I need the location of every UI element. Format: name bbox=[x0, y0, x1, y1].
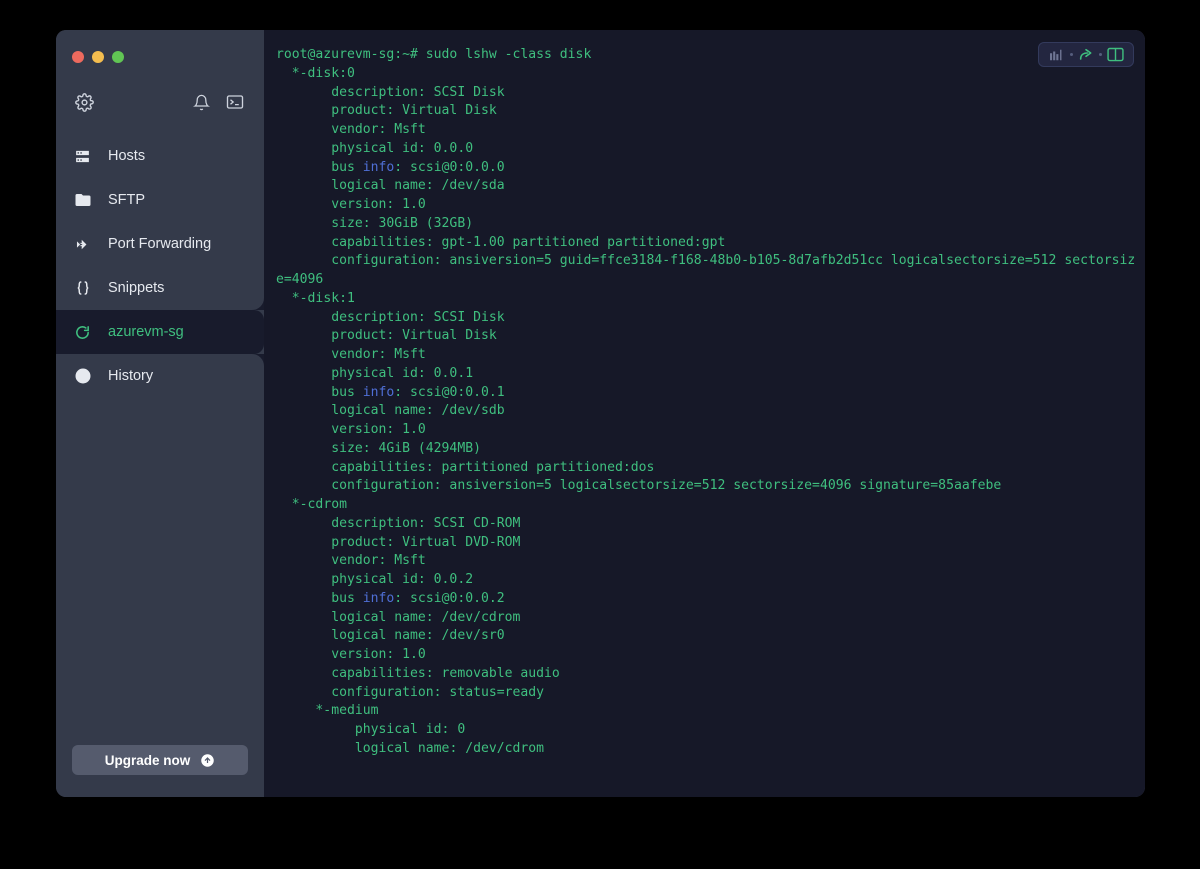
sidebar-footer: Upgrade now bbox=[56, 745, 264, 797]
sidebar-nav: Hosts SFTP Port Forwarding Snippets azur… bbox=[56, 134, 264, 398]
terminal-keyword: info bbox=[362, 590, 395, 606]
sidebar-item-label: azurevm-sg bbox=[108, 323, 184, 340]
active-corner-top bbox=[252, 298, 264, 310]
terminal-keyword: info bbox=[362, 159, 395, 175]
terminal-line: product: Virtual Disk bbox=[276, 103, 497, 119]
terminal-line: product: Virtual Disk bbox=[276, 328, 497, 344]
terminal-keyword: info bbox=[362, 384, 395, 400]
terminal-line: physical id: 0.0.2 bbox=[276, 572, 474, 587]
terminal-line: logical name: /dev/cdrom bbox=[276, 609, 521, 625]
terminal-line: configuration: status=ready bbox=[276, 684, 545, 700]
sidebar-item-label: SFTP bbox=[108, 191, 146, 208]
terminal-line: configuration: ansiversion=5 guid=ffce31… bbox=[276, 253, 1136, 287]
terminal-line: version: 1.0 bbox=[276, 647, 426, 662]
terminal-line: logical name: /dev/sr0 bbox=[276, 628, 505, 644]
terminal-line: physical id: 0.0.1 bbox=[276, 365, 474, 381]
app-window: Hosts SFTP Port Forwarding Snippets azur… bbox=[56, 30, 1145, 797]
sidebar-item-azurevm-sg[interactable]: azurevm-sg bbox=[56, 298, 264, 366]
terminal-pane[interactable]: root@azurevm-sg:~# sudo lshw -class disk… bbox=[264, 30, 1145, 797]
terminal-line: capabilities: removable audio bbox=[276, 665, 560, 681]
terminal-line: size: 4GiB (4294MB) bbox=[276, 440, 481, 456]
terminal-output: root@azurevm-sg:~# sudo lshw -class disk… bbox=[264, 30, 1145, 759]
terminal-line: vendor: Msft bbox=[276, 553, 426, 569]
upgrade-now-button[interactable]: Upgrade now bbox=[72, 745, 248, 775]
sidebar-item-sftp[interactable]: SFTP bbox=[56, 178, 264, 222]
folder-icon bbox=[73, 191, 92, 210]
upgrade-button-label: Upgrade now bbox=[104, 752, 191, 768]
terminal-line: physical id: 0.0.0 bbox=[276, 140, 474, 156]
sidebar-item-port-forwarding[interactable]: Port Forwarding bbox=[56, 222, 264, 266]
notifications-icon[interactable] bbox=[190, 91, 212, 113]
terminal-icon[interactable] bbox=[224, 91, 246, 113]
arrows-right-icon bbox=[73, 235, 92, 254]
terminal-line: description: SCSI Disk bbox=[276, 309, 505, 325]
server-icon bbox=[73, 147, 92, 166]
terminal-line: bus info: scsi@0:0.0.0 bbox=[276, 159, 505, 175]
session-active-icon bbox=[73, 323, 92, 342]
terminal-line: logical name: /dev/cdrom bbox=[276, 740, 545, 756]
terminal-controls bbox=[1038, 42, 1134, 67]
terminal-line: logical name: /dev/sda bbox=[276, 178, 505, 194]
settings-icon[interactable] bbox=[73, 91, 95, 113]
terminal-line: version: 1.0 bbox=[276, 197, 426, 212]
terminal-line: *-disk:0 bbox=[276, 65, 355, 81]
terminal-line: capabilities: partitioned partitioned:do… bbox=[276, 459, 655, 475]
terminal-line: version: 1.0 bbox=[276, 422, 426, 437]
sidebar-item-snippets[interactable]: Snippets bbox=[56, 266, 264, 310]
terminal-line: vendor: Msft bbox=[276, 347, 426, 362]
terminal-line: bus info: scsi@0:0.0.2 bbox=[276, 590, 505, 606]
terminal-line: capabilities: gpt-1.00 partitioned parti… bbox=[276, 234, 726, 250]
clock-icon bbox=[73, 367, 92, 386]
braces-icon bbox=[73, 279, 92, 298]
sidebar-item-label: Port Forwarding bbox=[108, 235, 212, 252]
sidebar-item-history[interactable]: History bbox=[56, 354, 264, 398]
share-icon[interactable] bbox=[1073, 43, 1099, 66]
sidebar: Hosts SFTP Port Forwarding Snippets azur… bbox=[56, 30, 264, 797]
close-window-button[interactable] bbox=[72, 51, 84, 63]
signal-icon[interactable] bbox=[1044, 43, 1070, 66]
minimize-window-button[interactable] bbox=[92, 51, 104, 63]
split-pane-icon[interactable] bbox=[1102, 43, 1128, 66]
terminal-line: root@azurevm-sg:~# sudo lshw -class disk bbox=[276, 47, 592, 62]
sidebar-item-hosts[interactable]: Hosts bbox=[56, 134, 264, 178]
sidebar-item-label: Hosts bbox=[108, 147, 146, 164]
terminal-line: vendor: Msft bbox=[276, 122, 426, 137]
terminal-line: bus info: scsi@0:0.0.1 bbox=[276, 384, 505, 400]
terminal-line: physical id: 0 bbox=[276, 722, 466, 737]
terminal-line: *-cdrom bbox=[276, 497, 347, 512]
terminal-line: size: 30GiB (32GB) bbox=[276, 215, 474, 231]
terminal-line: *-medium bbox=[276, 703, 379, 719]
maximize-window-button[interactable] bbox=[112, 51, 124, 63]
window-traffic-lights bbox=[56, 30, 264, 68]
terminal-line: product: Virtual DVD-ROM bbox=[276, 534, 521, 550]
terminal-line: description: SCSI Disk bbox=[276, 84, 505, 100]
terminal-line: configuration: ansiversion=5 logicalsect… bbox=[276, 478, 1002, 494]
sidebar-item-label: History bbox=[108, 367, 154, 384]
sidebar-toolbar bbox=[56, 80, 264, 124]
terminal-line: description: SCSI CD-ROM bbox=[276, 515, 521, 531]
arrow-up-circle-icon bbox=[200, 753, 215, 768]
terminal-line: logical name: /dev/sdb bbox=[276, 403, 505, 419]
terminal-line: *-disk:1 bbox=[276, 290, 355, 306]
sidebar-item-label: Snippets bbox=[108, 279, 165, 296]
